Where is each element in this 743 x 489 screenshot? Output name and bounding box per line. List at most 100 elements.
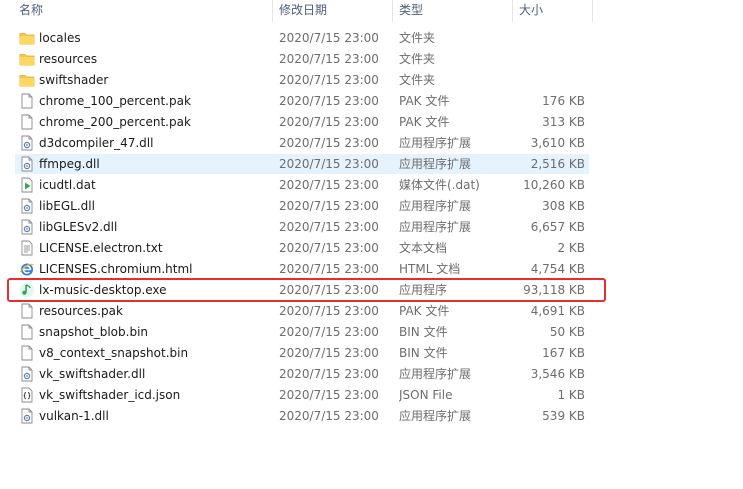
file-date: 2020/7/15 23:00 [279, 367, 379, 381]
folder-icon [19, 72, 35, 88]
file-date: 2020/7/15 23:00 [279, 157, 379, 171]
file-name: libEGL.dll [39, 199, 95, 213]
media-file-icon [19, 177, 35, 193]
file-type: 媒体文件(.dat) [399, 178, 480, 192]
file-type: 文件夹 [399, 73, 436, 87]
dll-icon [19, 366, 35, 382]
dll-icon [19, 219, 35, 235]
dll-icon [19, 408, 35, 424]
file-size: 2 KB [557, 241, 585, 255]
file-row[interactable]: vulkan-1.dll 2020/7/15 23:00 应用程序扩展 539 KB [15, 406, 589, 426]
file-name: lx-music-desktop.exe [39, 283, 167, 297]
file-icon [19, 93, 35, 109]
file-date: 2020/7/15 23:00 [279, 94, 379, 108]
file-name: locales [39, 31, 81, 45]
file-name: vulkan-1.dll [39, 409, 109, 423]
file-row[interactable]: resources 2020/7/15 23:00 文件夹 [15, 49, 589, 69]
file-date: 2020/7/15 23:00 [279, 325, 379, 339]
file-row[interactable]: LICENSE.electron.txt 2020/7/15 23:00 文本文档 2… [15, 238, 589, 258]
file-type: 应用程序扩展 [399, 409, 472, 423]
column-header-size[interactable]: 大小 [513, 0, 593, 22]
file-row[interactable]: ffmpeg.dll 2020/7/15 23:00 应用程序扩展 2,516 KB [15, 154, 589, 174]
file-icon [19, 324, 35, 340]
file-icon [19, 303, 35, 319]
file-name: LICENSE.electron.txt [39, 241, 163, 255]
file-row[interactable]: vk_swiftshader_icd.json 2020/7/15 23:00 JS… [15, 385, 589, 405]
column-header-date[interactable]: 修改日期 [273, 0, 393, 22]
file-type: BIN 文件 [399, 325, 448, 339]
file-row[interactable]: chrome_200_percent.pak 2020/7/15 23:00 PAK… [15, 112, 589, 132]
dll-icon [19, 135, 35, 151]
file-size: 167 KB [542, 346, 585, 360]
file-date: 2020/7/15 23:00 [279, 52, 379, 66]
file-row[interactable]: icudtl.dat 2020/7/15 23:00 媒体文件(.dat) 10,26… [15, 175, 589, 195]
file-date: 2020/7/15 23:00 [279, 241, 379, 255]
file-date: 2020/7/15 23:00 [279, 346, 379, 360]
file-row[interactable]: snapshot_blob.bin 2020/7/15 23:00 BIN 文件 50… [15, 322, 589, 342]
column-header-name[interactable]: 名称 [13, 0, 273, 22]
file-type: JSON File [399, 388, 453, 402]
file-type: 应用程序扩展 [399, 157, 472, 171]
file-row[interactable]: v8_context_snapshot.bin 2020/7/15 23:00 BI… [15, 343, 589, 363]
file-date: 2020/7/15 23:00 [279, 304, 379, 318]
file-type: PAK 文件 [399, 115, 450, 129]
file-name: resources.pak [39, 304, 123, 318]
file-row[interactable]: lx-music-desktop.exe 2020/7/15 23:00 应用程序 9… [15, 280, 589, 300]
file-size: 6,657 KB [530, 220, 585, 234]
file-type: 文件夹 [399, 52, 436, 66]
column-header-type[interactable]: 类型 [393, 0, 513, 22]
file-size [509, 28, 585, 48]
file-row[interactable]: LICENSES.chromium.html 2020/7/15 23:00 HTM… [15, 259, 589, 279]
dll-icon [19, 156, 35, 172]
file-size [509, 70, 585, 90]
browser-icon [19, 261, 35, 277]
file-type: 应用程序扩展 [399, 199, 472, 213]
file-size [509, 49, 585, 69]
file-type: HTML 文档 [399, 262, 461, 276]
file-type: 应用程序扩展 [399, 136, 472, 150]
file-date: 2020/7/15 23:00 [279, 115, 379, 129]
file-type: 文本文档 [399, 241, 448, 255]
file-name: resources [39, 52, 98, 66]
file-name: chrome_100_percent.pak [39, 94, 191, 108]
file-date: 2020/7/15 23:00 [279, 262, 379, 276]
file-type: 文件夹 [399, 31, 436, 45]
file-row[interactable]: d3dcompiler_47.dll 2020/7/15 23:00 应用程序扩展 3… [15, 133, 589, 153]
file-size: 3,610 KB [530, 136, 585, 150]
file-size: 93,118 KB [523, 283, 585, 297]
file-type: 应用程序扩展 [399, 367, 472, 381]
file-size: 3,546 KB [530, 367, 585, 381]
file-date: 2020/7/15 23:00 [279, 31, 379, 45]
dll-icon [19, 198, 35, 214]
file-date: 2020/7/15 23:00 [279, 199, 379, 213]
json-file-icon [19, 387, 35, 403]
file-size: 176 KB [542, 94, 585, 108]
file-date: 2020/7/15 23:00 [279, 178, 379, 192]
file-type: PAK 文件 [399, 94, 450, 108]
file-row[interactable]: resources.pak 2020/7/15 23:00 PAK 文件 4,691 … [15, 301, 589, 321]
file-size: 308 KB [542, 199, 585, 213]
file-row[interactable]: libEGL.dll 2020/7/15 23:00 应用程序扩展 308 KB [15, 196, 589, 216]
file-row[interactable]: vk_swiftshader.dll 2020/7/15 23:00 应用程序扩展 3… [15, 364, 589, 384]
file-type: 应用程序扩展 [399, 220, 472, 234]
file-type: BIN 文件 [399, 346, 448, 360]
file-row[interactable]: chrome_100_percent.pak 2020/7/15 23:00 PAK… [15, 91, 589, 111]
file-date: 2020/7/15 23:00 [279, 409, 379, 423]
file-icon [19, 114, 35, 130]
file-name: swiftshader [39, 73, 109, 87]
file-name: LICENSES.chromium.html [39, 262, 193, 276]
file-size: 313 KB [542, 115, 585, 129]
file-name: ffmpeg.dll [39, 157, 100, 171]
file-icon [19, 345, 35, 361]
file-row[interactable]: swiftshader 2020/7/15 23:00 文件夹 [15, 70, 589, 90]
file-row[interactable]: locales 2020/7/15 23:00 文件夹 [15, 28, 589, 48]
file-row[interactable]: libGLESv2.dll 2020/7/15 23:00 应用程序扩展 6,657 … [15, 217, 589, 237]
file-name: vk_swiftshader_icd.json [39, 388, 181, 402]
file-date: 2020/7/15 23:00 [279, 220, 379, 234]
file-name: d3dcompiler_47.dll [39, 136, 154, 150]
file-size: 539 KB [542, 409, 585, 423]
file-name: vk_swiftshader.dll [39, 367, 146, 381]
file-date: 2020/7/15 23:00 [279, 136, 379, 150]
file-name: libGLESv2.dll [39, 220, 118, 234]
file-name: chrome_200_percent.pak [39, 115, 191, 129]
